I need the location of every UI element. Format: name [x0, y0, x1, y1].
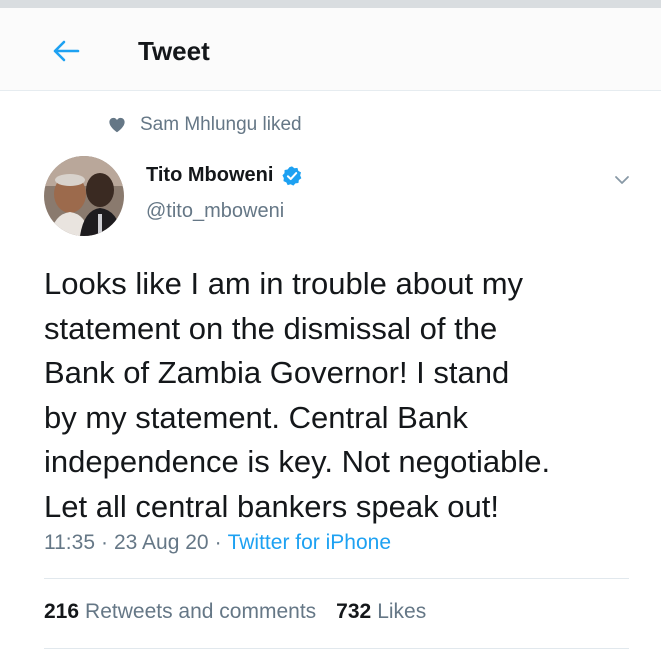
- retweets-count: 216: [44, 600, 80, 623]
- likes-count: 732: [336, 600, 372, 623]
- retweets-label: Retweets and comments: [85, 600, 317, 623]
- header-bar: Tweet: [0, 8, 661, 91]
- chevron-down-icon: [615, 176, 629, 184]
- social-context: Sam Mhlungu liked: [108, 112, 302, 138]
- avatar[interactable]: [44, 156, 124, 236]
- avatar-image: [44, 156, 124, 236]
- likes-stat[interactable]: 732 Likes: [336, 600, 426, 624]
- tweet-text-line: independence is key. Not negotiable.: [44, 444, 551, 479]
- tweet-text-line: by my statement. Central Bank: [44, 399, 468, 435]
- tweet-text-line: Bank of Zambia Governor! I stand: [44, 355, 510, 390]
- top-strip: [0, 0, 661, 8]
- author-name[interactable]: Tito Mboweni: [146, 164, 303, 187]
- tweet-text-line: Let all central bankers speak out!: [44, 488, 499, 524]
- back-arrow-icon: [53, 40, 80, 62]
- tweet-date[interactable]: 23 Aug 20: [114, 531, 209, 555]
- more-options-button[interactable]: [610, 170, 634, 190]
- likes-label: Likes: [377, 600, 427, 623]
- back-button[interactable]: [46, 36, 86, 66]
- divider: [44, 648, 629, 649]
- tweet-text-line: statement on the dismissal of the: [44, 310, 498, 346]
- tweet-text: Looks like I am in trouble about my stat…: [44, 262, 644, 529]
- tweet-metadata: 11:35 · 23 Aug 20 · Twitter for iPhone: [44, 531, 391, 555]
- divider: [44, 578, 629, 579]
- page-title: Tweet: [138, 36, 210, 66]
- tweet-stats: 216 Retweets and comments 732 Likes: [44, 600, 426, 624]
- author-handle[interactable]: @tito_mboweni: [146, 200, 284, 223]
- retweets-stat[interactable]: 216 Retweets and comments: [44, 600, 316, 624]
- tweet-text-line: Looks like I am in trouble about my: [44, 266, 524, 301]
- tweet-source-link[interactable]: Twitter for iPhone: [228, 531, 391, 555]
- author-name-text: Tito Mboweni: [146, 164, 274, 186]
- tweet-time[interactable]: 11:35: [44, 531, 95, 555]
- meta-separator: ·: [214, 531, 222, 554]
- heart-icon: [109, 117, 125, 133]
- verified-badge-icon: [282, 165, 302, 186]
- social-context-text: Sam Mhlungu liked: [140, 114, 302, 135]
- meta-separator: ·: [101, 531, 108, 554]
